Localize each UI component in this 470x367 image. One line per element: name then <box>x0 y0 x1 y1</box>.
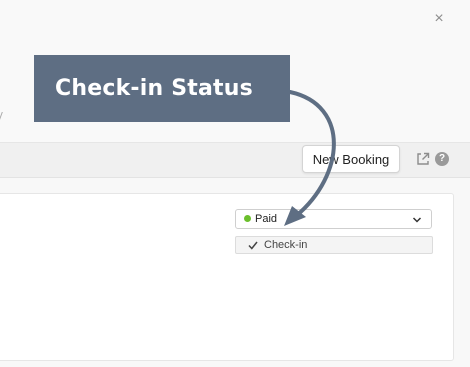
status-dot-icon <box>244 215 251 222</box>
status-option-label: Check-in <box>264 239 308 251</box>
new-booking-button[interactable]: New Booking <box>302 145 400 173</box>
callout-title: Check-in Status <box>55 76 253 101</box>
toolbar: New Booking ? <box>0 142 470 178</box>
status-selected-label: Paid <box>255 213 278 225</box>
chevron-down-icon <box>412 215 422 223</box>
external-link-icon[interactable] <box>416 152 430 166</box>
close-icon[interactable]: × <box>431 11 447 27</box>
check-icon <box>248 241 258 250</box>
status-option-check-in[interactable]: Check-in <box>235 236 433 254</box>
help-icon[interactable]: ? <box>435 152 449 166</box>
edge-mark <box>0 112 6 122</box>
status-select[interactable]: Paid <box>235 209 432 229</box>
callout-box: Check-in Status <box>34 55 290 122</box>
